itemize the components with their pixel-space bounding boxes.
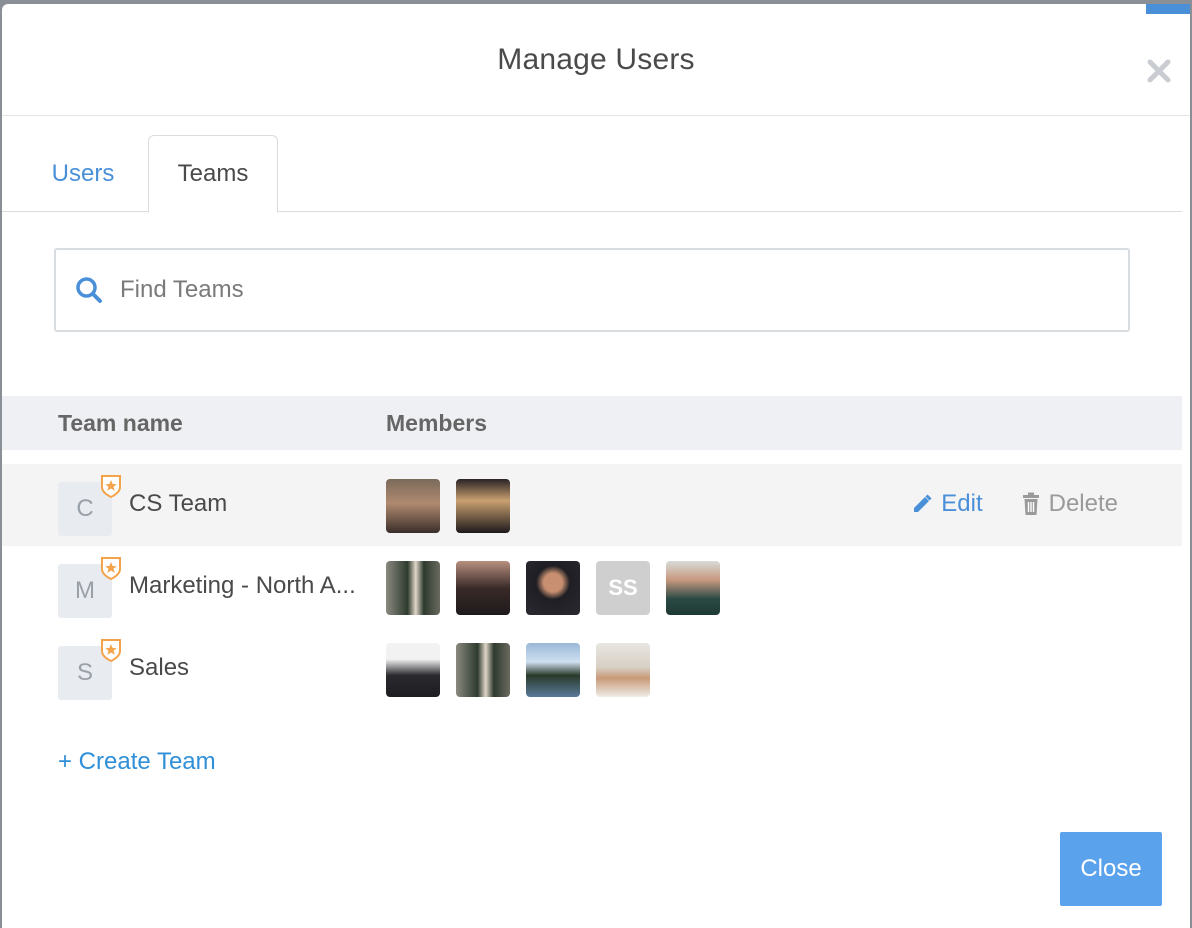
member-avatar-initials[interactable]: SS — [596, 561, 650, 615]
modal-title: Manage Users — [497, 42, 695, 76]
member-avatar[interactable] — [386, 643, 440, 697]
create-team-link[interactable]: + Create Team — [58, 748, 216, 776]
team-name[interactable]: CS Team — [129, 490, 369, 518]
admin-star-badge-icon — [101, 639, 121, 662]
member-list: SS — [386, 561, 720, 615]
trash-icon — [1022, 492, 1039, 515]
modal-header: Manage Users — [2, 4, 1190, 116]
table-row[interactable]: S Sales — [2, 628, 1182, 710]
member-avatar[interactable] — [456, 561, 510, 615]
tab-users[interactable]: Users — [16, 135, 150, 213]
table-row[interactable]: C CS Team Edit Delete — [2, 464, 1182, 546]
search-icon — [76, 277, 102, 303]
close-icon[interactable] — [1146, 58, 1172, 84]
delete-label: Delete — [1048, 490, 1118, 517]
column-header-members: Members — [386, 409, 487, 436]
pencil-icon — [914, 494, 932, 512]
row-actions: Edit Delete — [911, 490, 1118, 518]
close-button[interactable]: Close — [1060, 832, 1162, 906]
admin-star-badge-icon — [101, 475, 121, 498]
member-list — [386, 479, 510, 533]
tab-teams[interactable]: Teams — [148, 135, 278, 213]
team-name[interactable]: Marketing - North A... — [129, 572, 369, 600]
column-header-team-name: Team name — [58, 409, 183, 436]
tab-bar: Users Teams — [2, 116, 1182, 213]
search-box[interactable] — [54, 248, 1130, 332]
manage-users-modal: Manage Users Users Teams Team name Membe… — [2, 4, 1190, 928]
member-avatar[interactable] — [456, 643, 510, 697]
table-header: Team name Members — [2, 396, 1182, 450]
member-avatar[interactable] — [456, 479, 510, 533]
search-input[interactable] — [120, 276, 1020, 304]
member-avatar[interactable] — [386, 479, 440, 533]
member-avatar[interactable] — [386, 561, 440, 615]
edit-button[interactable]: Edit — [911, 490, 983, 518]
member-avatar[interactable] — [526, 561, 580, 615]
table-row[interactable]: M Marketing - North A... SS — [2, 546, 1182, 628]
member-avatar[interactable] — [526, 643, 580, 697]
team-name[interactable]: Sales — [129, 654, 369, 682]
admin-star-badge-icon — [101, 557, 121, 580]
delete-button[interactable]: Delete — [1021, 490, 1118, 518]
member-avatar[interactable] — [666, 561, 720, 615]
edit-label: Edit — [941, 490, 983, 517]
member-avatar[interactable] — [596, 643, 650, 697]
member-list — [386, 643, 650, 697]
